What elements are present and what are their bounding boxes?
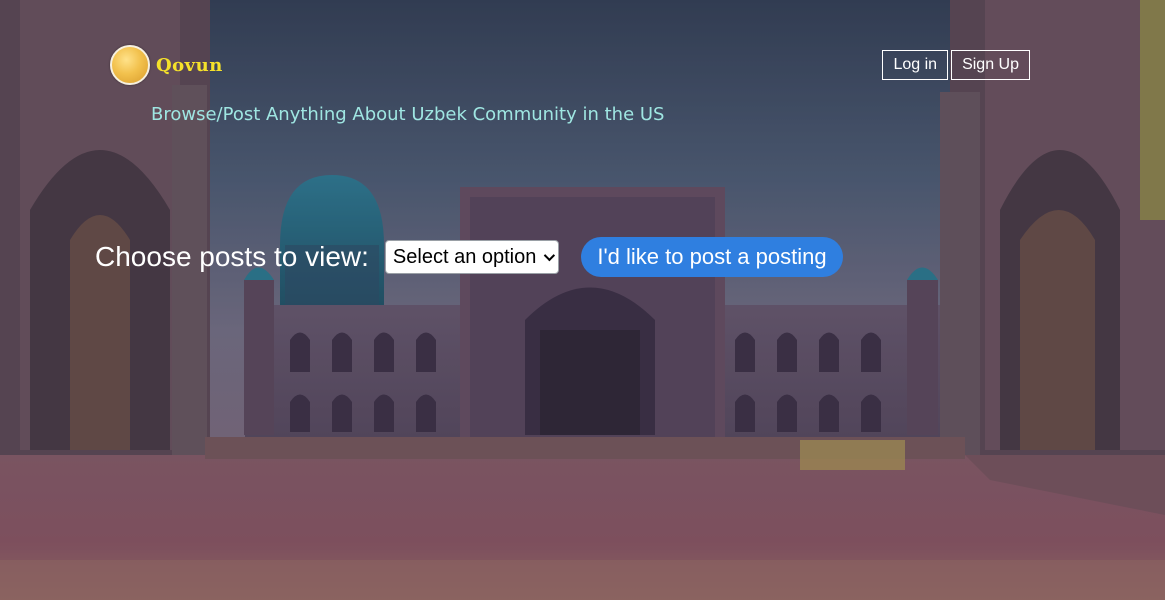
posts-select[interactable]: Select an option [384,240,560,274]
tagline: Browse/Post Anything About Uzbek Communi… [151,104,665,125]
choose-posts-label: Choose posts to view: [95,241,369,272]
auth-buttons: Log in Sign Up [882,50,1030,80]
signup-button[interactable]: Sign Up [951,50,1030,80]
post-controls: Choose posts to view: Select an option I… [95,237,843,277]
create-posting-button[interactable]: I'd like to post a posting [581,237,843,277]
hero-section: Qovun Browse/Post Anything About Uzbek C… [0,0,1165,600]
moon-logo-icon [110,45,150,85]
brand-name[interactable]: Qovun [156,55,223,76]
brand-area[interactable]: Qovun [110,45,223,85]
background-image [0,0,1165,600]
chevron-down-icon [544,249,556,262]
posts-select-value: Select an option [392,245,537,268]
login-button[interactable]: Log in [882,50,949,80]
